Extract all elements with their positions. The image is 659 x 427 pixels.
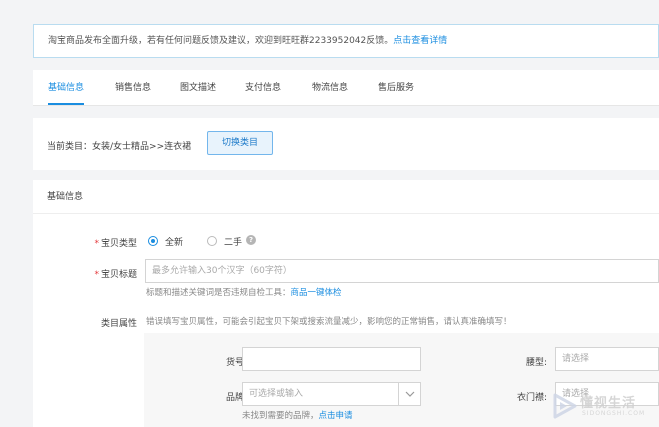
watermark: 懂视生活 SIDONGSHI.COM	[552, 388, 659, 424]
apply-brand-link[interactable]: 点击申请	[319, 411, 353, 421]
title-check-hint: 标题和描述关键词是否违规自检工具：商品一键体检	[146, 288, 342, 298]
one-click-check-link[interactable]: 商品一键体检	[291, 288, 342, 298]
tab-payment-info[interactable]: 支付信息	[245, 70, 281, 105]
brand-label: 品牌:	[225, 393, 247, 403]
item-type-label: * 宝贝类型	[94, 239, 137, 249]
notice-text: 淘宝商品发布全面升级，若有任何问题反馈及建议，欢迎到旺旺群2233952042反…	[48, 36, 394, 46]
waist-select[interactable]: 请选择	[555, 347, 659, 371]
notice-banner: 淘宝商品发布全面升级，若有任何问题反馈及建议，欢迎到旺旺群2233952042反…	[33, 24, 659, 58]
waist-label: 腰型:	[525, 358, 547, 368]
tab-after-sales[interactable]: 售后服务	[378, 70, 414, 105]
brand-hint: 未找到需要的品牌，点击申请	[242, 411, 353, 421]
brand-dropdown-button[interactable]	[398, 383, 420, 405]
current-category-label: 当前类目：女装/女士精品>>连衣裙	[47, 142, 192, 152]
required-mark: *	[94, 270, 99, 280]
radio-new[interactable]	[148, 236, 158, 246]
switch-category-button[interactable]: 切换类目	[207, 131, 273, 155]
play-logo-icon	[553, 393, 577, 419]
watermark-text: 懂视生活	[580, 396, 637, 411]
radio-used-label[interactable]: 二手	[224, 235, 242, 248]
item-title-label: * 宝贝标题	[94, 270, 137, 280]
tab-basic-info[interactable]: 基础信息	[48, 70, 85, 105]
section-title: 基础信息	[33, 180, 659, 214]
tab-sales-info[interactable]: 销售信息	[115, 70, 151, 105]
attributes-warning: 错误填写宝贝属性，可能会引起宝贝下架或搜索流量减少，影响您的正常销售，请认真准确…	[146, 317, 512, 327]
tab-bar: 基础信息 销售信息 图文描述 支付信息 物流信息 售后服务	[33, 70, 659, 106]
chevron-down-icon	[405, 391, 414, 397]
item-title-input[interactable]: 最多允许输入30个汉字（60字符）	[145, 259, 659, 283]
radio-new-label[interactable]: 全新	[165, 235, 183, 248]
tab-description[interactable]: 图文描述	[180, 70, 216, 105]
tab-logistics-info[interactable]: 物流信息	[312, 70, 348, 105]
help-icon[interactable]: ?	[246, 235, 256, 245]
required-mark: *	[94, 239, 99, 249]
category-bar: 当前类目：女装/女士精品>>连衣裙 切换类目	[33, 118, 659, 170]
placket-label: 衣门襟:	[516, 393, 547, 403]
radio-used[interactable]	[207, 236, 217, 246]
watermark-subtext: SIDONGSHI.COM	[582, 410, 646, 417]
attributes-label: 类目属性	[100, 319, 137, 329]
item-no-label: 货号:	[225, 358, 247, 368]
brand-select[interactable]: 可选择或输入	[242, 382, 421, 406]
item-no-input[interactable]	[242, 347, 421, 371]
brand-placeholder: 可选择或输入	[249, 389, 304, 399]
notice-details-link[interactable]: 点击查看详情	[393, 36, 447, 46]
